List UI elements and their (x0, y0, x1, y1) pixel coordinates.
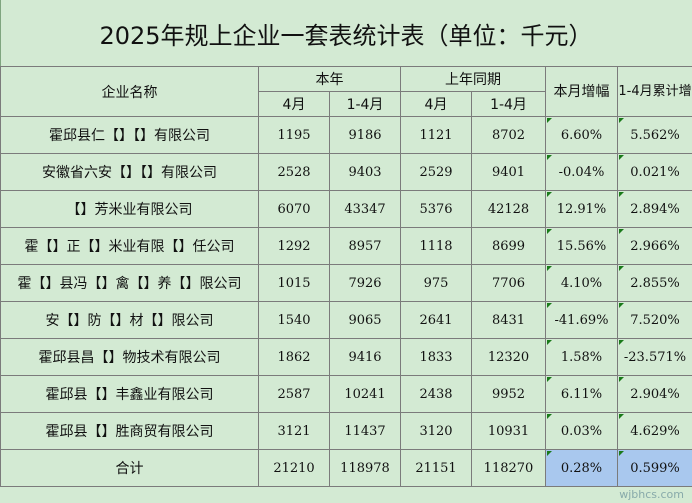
cell-ytd-growth[interactable]: -23.571% (617, 338, 692, 376)
sheet-title: 2025年规上企业一套表统计表（单位：千元） (0, 0, 692, 67)
cell-ytd-growth[interactable]: 4.629% (617, 412, 692, 450)
total-month-growth[interactable]: 0.28% (545, 449, 618, 487)
cell-ly-apr[interactable]: 2641 (400, 301, 472, 339)
cell-ytd[interactable]: 9186 (329, 116, 401, 154)
table-row: 霍邱县【】胜商贸有限公司 3121 11437 3120 10931 0.03%… (0, 412, 692, 450)
cell-ly-ytd[interactable]: 8431 (471, 301, 546, 339)
title-text: 2025年规上企业一套表统计表（单位：千元） (99, 21, 593, 50)
company-name[interactable]: 安徽省六安【】【】有限公司 (0, 153, 259, 191)
company-name[interactable]: 安【】防【】材【】限公司 (0, 301, 259, 339)
cell-ly-apr[interactable]: 1833 (400, 338, 472, 376)
table-row: 霍邱县【】丰鑫业有限公司 2587 10241 2438 9952 6.11% … (0, 375, 692, 413)
cell-apr[interactable]: 1540 (258, 301, 330, 339)
cell-ly-apr[interactable]: 3120 (400, 412, 472, 450)
cell-ytd[interactable]: 9403 (329, 153, 401, 191)
cell-month-growth[interactable]: 4.10% (545, 264, 618, 302)
header-month-growth[interactable]: 本月增幅 (545, 66, 618, 117)
cell-ly-apr[interactable]: 5376 (400, 190, 472, 228)
company-name[interactable]: 霍【】县冯【】禽【】养【】限公司 (0, 264, 259, 302)
table-row: 霍【】县冯【】禽【】养【】限公司 1015 7926 975 7706 4.10… (0, 264, 692, 302)
table-row: 霍邱县昌【】物技术有限公司 1862 9416 1833 12320 1.58%… (0, 338, 692, 376)
company-name[interactable]: 霍【】正【】米业有限【】任公司 (0, 227, 259, 265)
header-this-apr[interactable]: 4月 (258, 91, 330, 117)
header-this-ytd[interactable]: 1-4月 (329, 91, 401, 117)
cell-ytd-growth[interactable]: 2.904% (617, 375, 692, 413)
spreadsheet: 2025年规上企业一套表统计表（单位：千元） 企业名称 本年 上年同期 本月增幅… (0, 0, 692, 503)
cell-ytd[interactable]: 9065 (329, 301, 401, 339)
cell-apr[interactable]: 1862 (258, 338, 330, 376)
total-ly-ytd[interactable]: 118270 (471, 449, 546, 487)
company-name[interactable]: 霍邱县【】丰鑫业有限公司 (0, 375, 259, 413)
cell-apr[interactable]: 1015 (258, 264, 330, 302)
total-ly-apr[interactable]: 21151 (400, 449, 472, 487)
company-name[interactable]: 霍邱县【】胜商贸有限公司 (0, 412, 259, 450)
cell-ly-ytd[interactable]: 9401 (471, 153, 546, 191)
cell-month-growth[interactable]: 0.03% (545, 412, 618, 450)
table-row: 安【】防【】材【】限公司 1540 9065 2641 8431 -41.69%… (0, 301, 692, 339)
cell-ytd[interactable]: 9416 (329, 338, 401, 376)
cell-month-growth[interactable]: 1.58% (545, 338, 618, 376)
header-ytd-growth[interactable]: 1-4月累计增 (617, 66, 692, 117)
cell-ly-ytd[interactable]: 9952 (471, 375, 546, 413)
cell-ytd[interactable]: 7926 (329, 264, 401, 302)
cell-ly-apr[interactable]: 1121 (400, 116, 472, 154)
table-row: 霍邱县仁【】【】有限公司 1195 9186 1121 8702 6.60% 5… (0, 116, 692, 154)
cell-month-growth[interactable]: 6.60% (545, 116, 618, 154)
cell-month-growth[interactable]: -41.69% (545, 301, 618, 339)
total-ytd-growth[interactable]: 0.599% (617, 449, 692, 487)
cell-apr[interactable]: 3121 (258, 412, 330, 450)
header-company[interactable]: 企业名称 (0, 66, 259, 117)
cell-ly-ytd[interactable]: 8702 (471, 116, 546, 154)
cell-ytd-growth[interactable]: 7.520% (617, 301, 692, 339)
table-row: 安徽省六安【】【】有限公司 2528 9403 2529 9401 -0.04%… (0, 153, 692, 191)
company-name[interactable]: 霍邱县昌【】物技术有限公司 (0, 338, 259, 376)
cell-ly-ytd[interactable]: 8699 (471, 227, 546, 265)
header-this-year[interactable]: 本年 (258, 66, 401, 92)
company-name[interactable]: 霍邱县仁【】【】有限公司 (0, 116, 259, 154)
cell-month-growth[interactable]: 6.11% (545, 375, 618, 413)
cell-ly-ytd[interactable]: 7706 (471, 264, 546, 302)
cell-apr[interactable]: 1292 (258, 227, 330, 265)
cell-month-growth[interactable]: 12.91% (545, 190, 618, 228)
cell-ytd-growth[interactable]: 2.855% (617, 264, 692, 302)
cell-apr[interactable]: 2587 (258, 375, 330, 413)
cell-month-growth[interactable]: -0.04% (545, 153, 618, 191)
company-name[interactable]: 【】芳米业有限公司 (0, 190, 259, 228)
cell-apr[interactable]: 6070 (258, 190, 330, 228)
header-last-year[interactable]: 上年同期 (400, 66, 546, 92)
cell-ly-ytd[interactable]: 10931 (471, 412, 546, 450)
total-label[interactable]: 合计 (0, 449, 259, 487)
cell-month-growth[interactable]: 15.56% (545, 227, 618, 265)
header-last-apr[interactable]: 4月 (400, 91, 472, 117)
cell-ytd[interactable]: 8957 (329, 227, 401, 265)
cell-apr[interactable]: 1195 (258, 116, 330, 154)
total-row: 合计 21210 118978 21151 118270 0.28% 0.599… (0, 449, 692, 487)
cell-ly-apr[interactable]: 2438 (400, 375, 472, 413)
cell-ytd[interactable]: 11437 (329, 412, 401, 450)
cell-ytd[interactable]: 10241 (329, 375, 401, 413)
cell-ly-apr[interactable]: 975 (400, 264, 472, 302)
stats-table: 企业名称 本年 上年同期 本月增幅 1-4月累计增 4月 1-4月 4月 1-4… (0, 66, 692, 487)
cell-ly-ytd[interactable]: 12320 (471, 338, 546, 376)
cell-ytd-growth[interactable]: 5.562% (617, 116, 692, 154)
cell-ytd[interactable]: 43347 (329, 190, 401, 228)
header-row-1: 企业名称 本年 上年同期 本月增幅 1-4月累计增 (0, 66, 692, 117)
cell-apr[interactable]: 2528 (258, 153, 330, 191)
cell-ytd-growth[interactable]: 0.021% (617, 153, 692, 191)
header-last-ytd[interactable]: 1-4月 (471, 91, 546, 117)
cell-ytd-growth[interactable]: 2.966% (617, 227, 692, 265)
cell-ly-ytd[interactable]: 42128 (471, 190, 546, 228)
watermark: wjbhcs.com (619, 488, 684, 501)
table-row: 霍【】正【】米业有限【】任公司 1292 8957 1118 8699 15.5… (0, 227, 692, 265)
cell-ly-apr[interactable]: 2529 (400, 153, 472, 191)
table-row: 【】芳米业有限公司 6070 43347 5376 42128 12.91% 2… (0, 190, 692, 228)
cell-ytd-growth[interactable]: 2.894% (617, 190, 692, 228)
total-ytd[interactable]: 118978 (329, 449, 401, 487)
cell-ly-apr[interactable]: 1118 (400, 227, 472, 265)
total-apr[interactable]: 21210 (258, 449, 330, 487)
